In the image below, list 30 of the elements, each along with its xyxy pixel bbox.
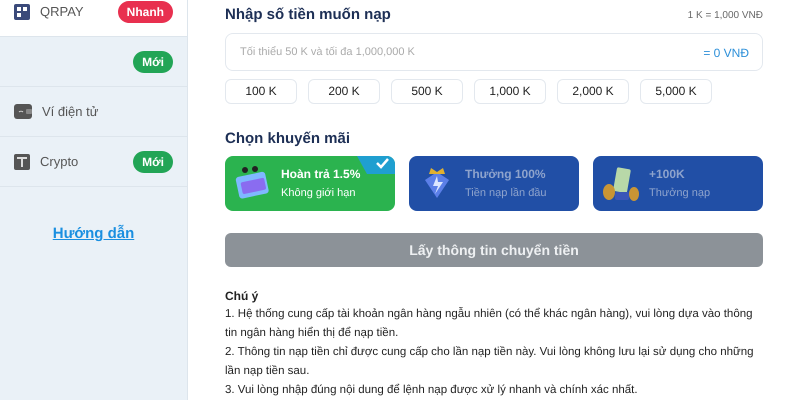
amount-preset-button[interactable]: 200 K bbox=[308, 78, 380, 104]
promotion-subtitle: Không giới hạn bbox=[281, 186, 356, 202]
note-text: 1. Hệ thống cung cấp tài khoản ngân hàng ngẫu nhiên (có thể khác ngân hàng), vui lòng dựa vào thông tin ngân hàng hiển thị để nạp tiền. bbox=[225, 306, 754, 341]
amount-preset-button[interactable]: 1,000 K bbox=[474, 78, 546, 104]
amount-preset-button[interactable]: 2,000 K bbox=[557, 78, 629, 104]
section-title: Chọn khuyến mãi bbox=[225, 128, 352, 148]
note-text: 3. Vui lòng nhập đúng nội dung để lệnh nạp được xử lý nhanh và chính xác nhất. bbox=[225, 382, 639, 398]
amount-preset-button[interactable]: 5,000 K bbox=[640, 78, 712, 104]
promotion-title: Thưởng 100% bbox=[465, 166, 547, 184]
sidebar-label: Crypto bbox=[40, 152, 80, 171]
notes-title: Chú ý bbox=[225, 288, 260, 305]
promotion-subtitle: Tiền nạp lần đầu bbox=[465, 186, 547, 202]
note-text: 2. Thông tin nạp tiền chỉ được cung cấp cho lần nạp tiền này. Vui lòng không lưu lại sử dụng cho những lần nạp tiền sau. bbox=[225, 345, 755, 379]
section-title: Nhập số tiền muốn nạp bbox=[225, 5, 391, 25]
badge: Mới bbox=[133, 50, 173, 72]
rate-text: 1 K = 1,000 VNĐ bbox=[688, 8, 763, 23]
amount-preset-button[interactable]: 100 K bbox=[225, 78, 297, 104]
sidebar-label: Ví điện tử bbox=[42, 102, 100, 121]
converted-amount: = 0 VNĐ bbox=[703, 44, 749, 62]
amount-preset-button[interactable]: 500 K bbox=[391, 78, 463, 104]
promotion-subtitle: Thưởng nạp bbox=[649, 186, 710, 202]
promotion-title: +100K bbox=[649, 166, 686, 184]
wallet-icon bbox=[14, 104, 32, 119]
qr-code-icon bbox=[14, 4, 30, 20]
badge: Mới bbox=[133, 150, 173, 172]
crypto-icon bbox=[14, 154, 30, 170]
sidebar-item[interactable]: QRPAY Nhanh bbox=[0, 0, 187, 37]
sidebar-label: QRPAY bbox=[40, 2, 85, 21]
promotion-title: Hoàn trả 1.5% bbox=[281, 166, 360, 184]
badge: Nhanh bbox=[118, 0, 173, 22]
